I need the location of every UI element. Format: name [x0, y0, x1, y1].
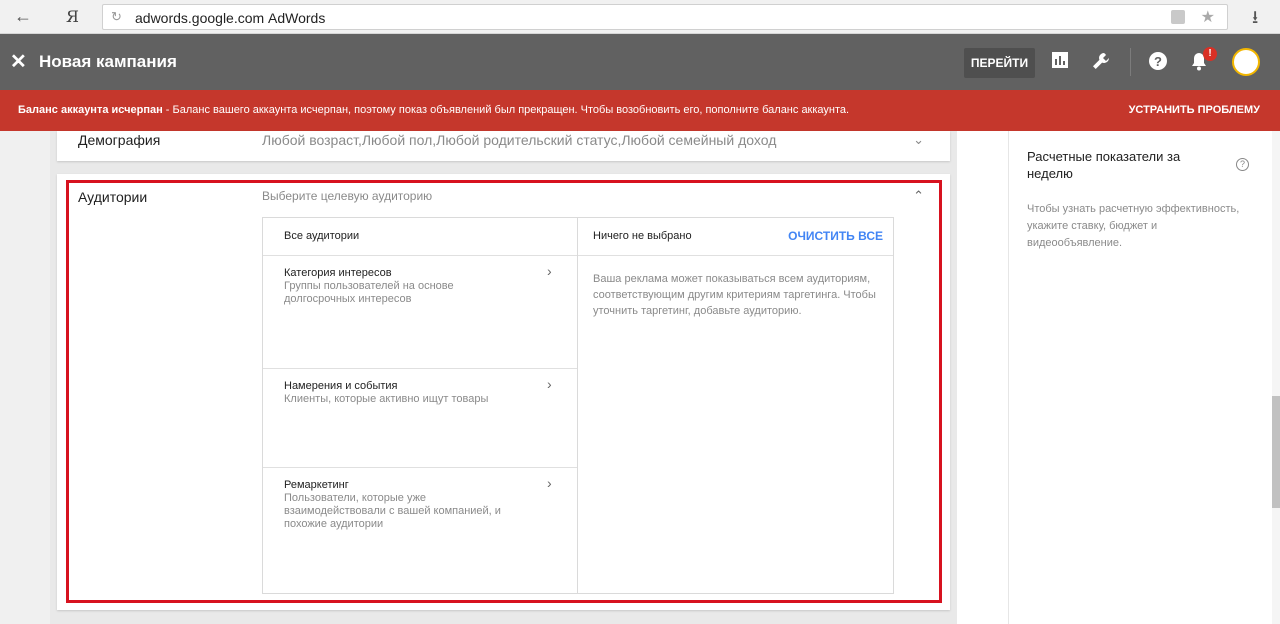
yandex-logo[interactable]: Я: [66, 7, 79, 26]
page-title: Новая кампания: [39, 52, 177, 71]
alert-message-text: - Баланс вашего аккаунта исчерпан, поэто…: [162, 104, 850, 116]
sidebar-title: Расчетные показатели за неделю: [1027, 149, 1181, 181]
lock-icon[interactable]: [1171, 10, 1185, 24]
goto-button[interactable]: ПЕРЕЙТИ: [964, 48, 1035, 78]
app-header: ✕ Новая кампания ПЕРЕЙТИ ? !: [0, 34, 1280, 90]
list-item-remarketing[interactable]: Ремаркетинг Пользователи, которые уже вз…: [263, 468, 577, 593]
alert-message-bold: Баланс аккаунта исчерпан: [18, 104, 163, 116]
chevron-down-icon[interactable]: ⌄: [913, 132, 924, 148]
reports-icon[interactable]: [1051, 51, 1069, 74]
scrollbar-track[interactable]: [1272, 131, 1280, 624]
chevron-right-icon[interactable]: ›: [547, 376, 552, 392]
fix-problem-button[interactable]: УСТРАНИТЬ ПРОБЛЕМУ: [1129, 104, 1260, 116]
estimates-sidebar: Расчетные показатели за неделю ? Чтобы у…: [1008, 131, 1272, 624]
all-audiences-header: Все аудитории: [263, 218, 577, 256]
all-audiences-label: Все аудитории: [284, 230, 360, 242]
help-circle-icon[interactable]: ?: [1236, 158, 1249, 171]
wrench-icon[interactable]: [1091, 51, 1111, 76]
list-item-description: Клиенты, которые активно ищут товары: [284, 393, 489, 405]
alert-message: Баланс аккаунта исчерпан - Баланс вашего…: [18, 104, 849, 116]
sidebar-description: Чтобы узнать расчетную эффективность, ук…: [1027, 203, 1240, 249]
address-bar[interactable]: ↻ adwords.google.com AdWords ★: [102, 4, 1228, 30]
demography-section[interactable]: Демография Любой возраст,Любой пол,Любой…: [57, 131, 950, 161]
list-item-title: Ремаркетинг: [284, 479, 349, 491]
browser-toolbar: ← Я ↻ adwords.google.com AdWords ★ ⭳: [0, 0, 1280, 34]
header-divider: [1130, 48, 1131, 76]
list-item-title: Намерения и события: [284, 380, 398, 392]
demography-label: Демография: [78, 132, 161, 148]
balance-alert-bar: Баланс аккаунта исчерпан - Баланс вашего…: [0, 90, 1280, 131]
list-item-title: Категория интересов: [284, 267, 392, 279]
help-icon[interactable]: ?: [1148, 51, 1168, 76]
chevron-right-icon[interactable]: ›: [547, 263, 552, 279]
list-item-description: Группы пользователей на основе долгосроч…: [284, 280, 454, 305]
close-icon[interactable]: ✕: [10, 49, 27, 74]
chevron-right-icon[interactable]: ›: [547, 475, 552, 491]
demography-value: Любой возраст,Любой пол,Любой родительск…: [262, 132, 777, 148]
download-icon[interactable]: ⭳: [1252, 5, 1258, 35]
avatar[interactable]: [1232, 48, 1260, 76]
clear-all-button[interactable]: ОЧИСТИТЬ ВСЕ: [788, 229, 883, 243]
url-host[interactable]: adwords.google.com: [135, 10, 264, 26]
page-title-text: AdWords: [268, 10, 326, 26]
notification-badge: !: [1203, 47, 1217, 61]
back-arrow-icon[interactable]: ←: [14, 6, 32, 27]
selected-audiences-panel: Ничего не выбрано ОЧИСТИТЬ ВСЕ Ваша рекл…: [577, 217, 894, 594]
reload-icon[interactable]: ↻: [111, 9, 122, 25]
list-item-intents[interactable]: Намерения и события Клиенты, которые акт…: [263, 369, 577, 468]
scrollbar-thumb[interactable]: [1272, 396, 1280, 508]
empty-state-description: Ваша реклама может показываться всем ауд…: [593, 273, 876, 317]
list-item-interests[interactable]: Категория интересов Группы пользователей…: [263, 256, 577, 369]
list-item-description: Пользователи, которые уже взаимодействов…: [284, 492, 501, 530]
audience-categories-panel: Все аудитории Категория интересов Группы…: [262, 217, 578, 594]
nothing-selected-label: Ничего не выбрано: [593, 230, 692, 242]
bookmark-star-icon[interactable]: ★: [1201, 7, 1215, 27]
selected-header: Ничего не выбрано ОЧИСТИТЬ ВСЕ: [578, 218, 893, 256]
svg-text:?: ?: [1154, 54, 1162, 69]
